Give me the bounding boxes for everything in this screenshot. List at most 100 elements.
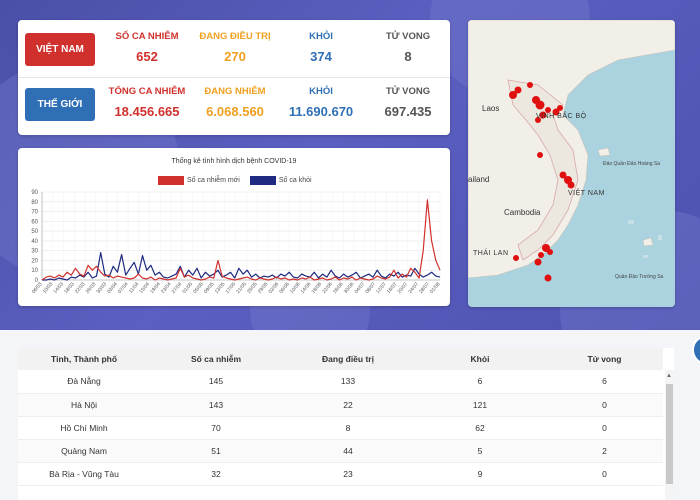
cell-recovered: 5 — [477, 445, 483, 456]
vietnam-button[interactable]: VIỆT NAM — [25, 33, 95, 66]
x-tick-label: 04/07 — [354, 281, 367, 295]
y-tick-label: 10 — [31, 268, 38, 274]
cell-recovered: 6 — [477, 376, 483, 387]
x-tick-label: 16/07 — [386, 281, 399, 295]
map-label-laos: Laos — [482, 104, 500, 113]
stats-card: VIỆT NAM SỐ CA NHIỄM 652 ĐANG ĐIỀU TRỊ 2… — [18, 20, 450, 135]
x-tick-label: 09/05 — [203, 281, 216, 295]
table-row[interactable]: Đà Nẵng 145 133 6 6 — [18, 370, 663, 393]
x-tick-label: 07/04 — [117, 281, 130, 295]
floating-action-button[interactable] — [692, 335, 700, 365]
case-marker — [567, 181, 575, 189]
stat-vn-cases: SỐ CA NHIỄM 652 — [102, 31, 192, 64]
case-marker — [557, 105, 563, 111]
case-marker — [535, 100, 545, 110]
stat-label: KHỎI — [309, 86, 333, 97]
map-fragment — [658, 235, 662, 240]
cell-province: Quảng Nam — [61, 445, 107, 456]
y-tick-label: 40 — [31, 239, 38, 245]
x-tick-label: 03/04 — [106, 281, 119, 295]
x-tick-label: 11/04 — [128, 281, 141, 294]
case-marker — [544, 274, 552, 282]
x-tick-label: 14/03 — [52, 281, 65, 295]
stat-label: TỬ VONG — [385, 31, 431, 42]
header-recovered[interactable]: Khỏi — [414, 348, 546, 370]
chart-card: Thống kê tình hình dịch bệnh COVID-19 Số… — [18, 148, 450, 306]
scroll-thumb[interactable] — [666, 384, 673, 484]
x-tick-label: 20/07 — [397, 281, 410, 295]
x-tick-label: 30/03 — [95, 281, 108, 295]
x-tick-label: 06/06 — [278, 281, 291, 295]
series-line-recovered — [42, 251, 441, 281]
header-province[interactable]: Tỉnh, Thành phố — [18, 348, 150, 370]
table-row[interactable]: Hà Nội 143 22 121 0 — [18, 393, 663, 416]
cell-province: Bà Rịa - Vũng Tàu — [49, 468, 119, 479]
cell-cases: 145 — [208, 376, 224, 387]
table-row[interactable]: Bà Rịa - Vũng Tàu 32 23 9 0 — [18, 462, 663, 485]
cell-recovered: 62 — [475, 422, 485, 433]
divider — [18, 77, 450, 78]
x-tick-label: 26/06 — [332, 281, 345, 295]
cell-province: Hà Nội — [71, 399, 97, 410]
x-tick-label: 08/07 — [364, 281, 377, 295]
table-header-row: Tỉnh, Thành phố Số ca nhiễm Đang điều tr… — [18, 348, 663, 370]
header-deaths[interactable]: Tử vong — [546, 348, 663, 370]
cell-deaths: 6 — [602, 376, 607, 387]
map-fragments — [628, 220, 662, 258]
case-marker — [534, 258, 542, 266]
case-marker — [547, 249, 553, 255]
world-button[interactable]: THẾ GIỚI — [25, 88, 95, 121]
stat-world-cases: TỔNG CA NHIỄM 18.456.665 — [102, 86, 192, 119]
map-label-truongsa: Quần Đảo Trường Sa — [615, 274, 664, 280]
map-card[interactable]: Laos Vịnh Bắc Bộ Đảo Quần Đảo Hoàng Sa V… — [468, 20, 675, 307]
cell-deaths: 0 — [602, 399, 607, 410]
y-tick-label: 50 — [31, 229, 38, 235]
stat-label: TỔNG CA NHIỄM — [108, 86, 186, 97]
stat-label: ĐANG ĐIỀU TRỊ — [199, 31, 271, 42]
stat-world-deaths: TỬ VONG 697.435 — [363, 86, 453, 119]
world-stats-row: THẾ GIỚI TỔNG CA NHIỄM 18.456.665 ĐANG N… — [18, 80, 450, 130]
y-tick-label: 30 — [31, 249, 38, 255]
stat-value: 652 — [136, 49, 158, 64]
cell-treating: 22 — [343, 399, 353, 410]
x-tick-label: 12/07 — [375, 281, 388, 295]
map-fragment — [643, 255, 648, 258]
cell-recovered: 121 — [472, 399, 488, 410]
stat-value: 6.068.560 — [206, 104, 264, 119]
stat-label: KHỎI — [309, 31, 333, 42]
y-tick-label: 70 — [31, 210, 38, 216]
cell-cases: 70 — [211, 422, 221, 433]
x-tick-label: 01/08 — [429, 281, 442, 295]
map-fragment — [628, 220, 634, 224]
x-tick-label: 01/05 — [181, 281, 194, 295]
cell-cases: 32 — [211, 468, 221, 479]
x-tick-label: 05/05 — [192, 281, 205, 295]
map-label-vietnam: VIỆT NAM — [568, 190, 605, 197]
x-tick-label: 29/05 — [257, 281, 270, 295]
scroll-up-icon[interactable]: ▲ — [666, 373, 672, 379]
stat-world-active: ĐANG NHIỄM 6.068.560 — [190, 86, 280, 119]
stat-value: 11.690.670 — [288, 104, 354, 119]
stat-value: 270 — [224, 49, 246, 64]
x-tick-label: 18/06 — [311, 281, 324, 295]
header-treating[interactable]: Đang điều trị — [282, 348, 414, 370]
x-tick-label: 22/06 — [321, 281, 334, 295]
map-label-thailand: ailand — [468, 175, 490, 184]
map-label-gulf: Vịnh Bắc Bộ — [536, 113, 587, 120]
province-table: Tỉnh, Thành phố Số ca nhiễm Đang điều tr… — [18, 348, 663, 486]
stat-vn-deaths: TỬ VONG 8 — [363, 31, 453, 64]
x-tick-label: 24/07 — [407, 281, 420, 295]
cell-province: Đà Nẵng — [67, 376, 101, 387]
y-tick-label: 20 — [31, 258, 38, 264]
table-row[interactable]: Quảng Nam 51 44 5 2 — [18, 439, 663, 462]
x-tick-label: 26/03 — [85, 281, 98, 295]
table-scrollbar[interactable]: ▲ — [665, 370, 674, 500]
x-tick-label: 06/03 — [31, 281, 44, 295]
stat-value: 697.435 — [384, 104, 432, 119]
header-cases[interactable]: Số ca nhiễm — [150, 348, 282, 370]
table-row[interactable]: Hồ Chí Minh 70 8 62 0 — [18, 416, 663, 439]
x-tick-label: 14/06 — [300, 281, 313, 295]
y-tick-label: 80 — [31, 200, 38, 206]
x-tick-label: 28/07 — [418, 281, 431, 295]
case-marker — [527, 82, 533, 88]
